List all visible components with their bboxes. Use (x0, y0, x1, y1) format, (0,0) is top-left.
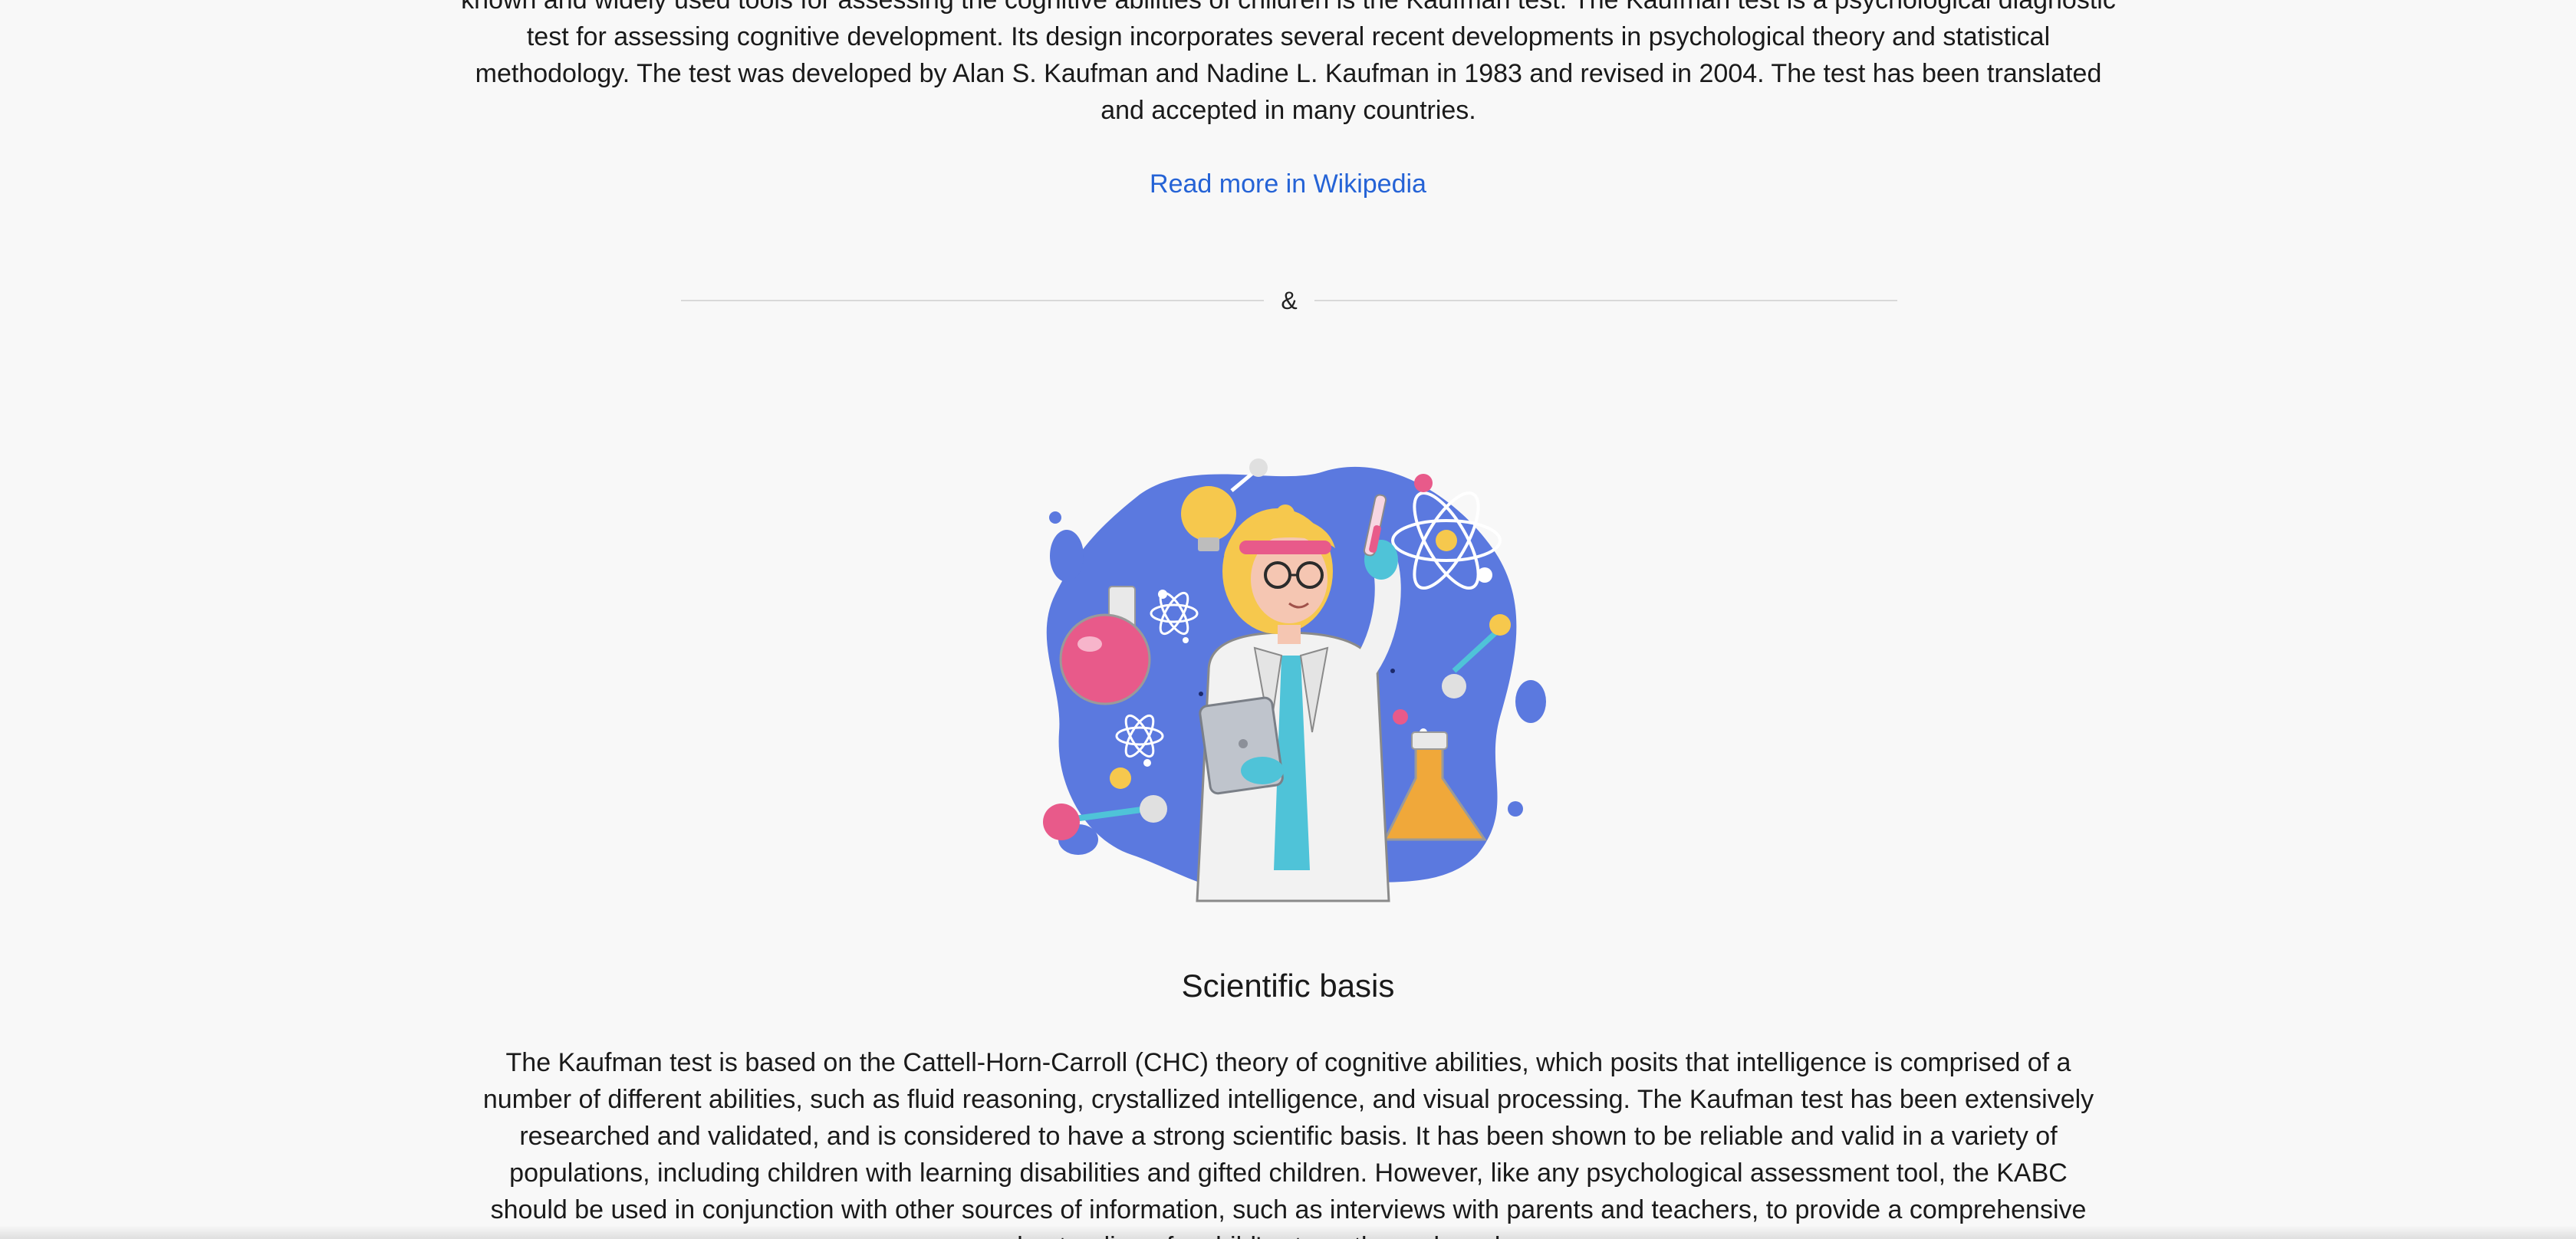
section-title: Scientific basis (1181, 968, 1395, 1004)
scientist-illustration (1025, 441, 1561, 909)
divider-line-right (1314, 300, 1897, 301)
section-divider: & (681, 282, 1897, 319)
read-more-container: Read more in Wikipedia (0, 166, 2576, 202)
bottom-shadow (0, 1225, 2576, 1239)
intro-paragraph: known and widely used tools for assessin… (460, 0, 2117, 129)
divider-ampersand: & (1281, 286, 1298, 314)
section-body-text: The Kaufman test is based on the Cattell… (482, 1048, 2094, 1239)
page: known and widely used tools for assessin… (0, 0, 2576, 1239)
scientist-illustration-svg (1043, 458, 1546, 902)
intro-text: known and widely used tools for assessin… (461, 0, 2116, 125)
section-body: The Kaufman test is based on the Cattell… (475, 1044, 2101, 1239)
divider-line-left (681, 300, 1265, 301)
read-more-link[interactable]: Read more in Wikipedia (1150, 169, 1426, 199)
